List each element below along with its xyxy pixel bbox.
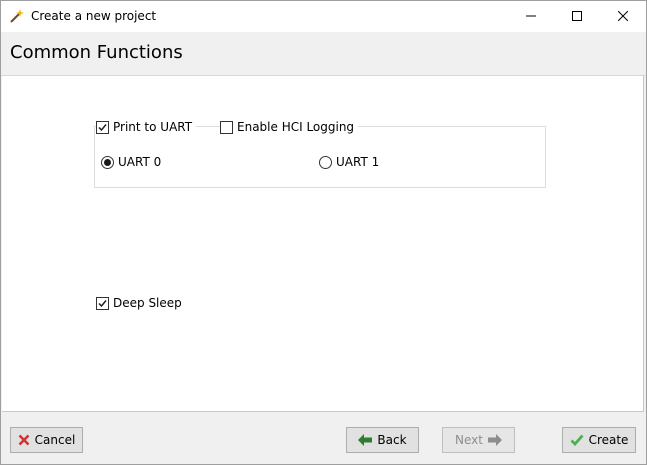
wizard-footer: Cancel Back Next Create	[1, 412, 646, 464]
print-to-uart-checkbox[interactable]: Print to UART	[96, 120, 197, 134]
uart-0-radio[interactable]: UART 0	[101, 155, 166, 169]
next-button[interactable]: Next	[442, 427, 515, 453]
wizard-window: Create a new project Common Functions Pr…	[0, 0, 647, 465]
uart-1-label: UART 1	[336, 155, 380, 169]
next-label: Next	[455, 433, 483, 447]
uart-1-radio[interactable]: UART 1	[319, 155, 384, 169]
uart-0-label: UART 0	[118, 155, 162, 169]
close-button[interactable]	[600, 1, 646, 32]
create-button[interactable]: Create	[562, 427, 636, 453]
wizard-header: Common Functions	[1, 32, 646, 76]
page-title: Common Functions	[10, 42, 183, 63]
print-to-uart-label: Print to UART	[113, 120, 193, 134]
title-bar: Create a new project	[1, 1, 646, 32]
checkbox-checked-icon	[96, 120, 109, 134]
create-label: Create	[588, 433, 629, 447]
wizard-content: Print to UART Enable HCI Logging UART 0 …	[2, 76, 644, 412]
maximize-icon	[572, 10, 582, 24]
cancel-label: Cancel	[34, 433, 76, 447]
red-x-icon	[18, 434, 30, 446]
back-button[interactable]: Back	[346, 427, 419, 453]
enable-hci-logging-checkbox[interactable]: Enable HCI Logging	[220, 120, 359, 134]
radio-unselected-icon	[319, 155, 332, 169]
minimize-icon	[526, 10, 536, 24]
arrow-left-icon	[358, 434, 373, 446]
arrow-right-icon	[487, 434, 502, 446]
magic-wand-icon	[9, 8, 25, 24]
maximize-button[interactable]	[554, 1, 600, 32]
checkbox-unchecked-icon	[220, 120, 233, 134]
checkbox-checked-icon	[96, 296, 109, 310]
deep-sleep-label: Deep Sleep	[113, 296, 182, 310]
window-title: Create a new project	[31, 9, 157, 23]
enable-hci-logging-label: Enable HCI Logging	[237, 120, 355, 134]
back-label: Back	[377, 433, 407, 447]
minimize-button[interactable]	[508, 1, 554, 32]
green-check-icon	[570, 434, 584, 446]
close-icon	[617, 10, 629, 24]
deep-sleep-checkbox[interactable]: Deep Sleep	[96, 296, 186, 310]
cancel-button[interactable]: Cancel	[10, 427, 83, 453]
radio-selected-icon	[101, 155, 114, 169]
